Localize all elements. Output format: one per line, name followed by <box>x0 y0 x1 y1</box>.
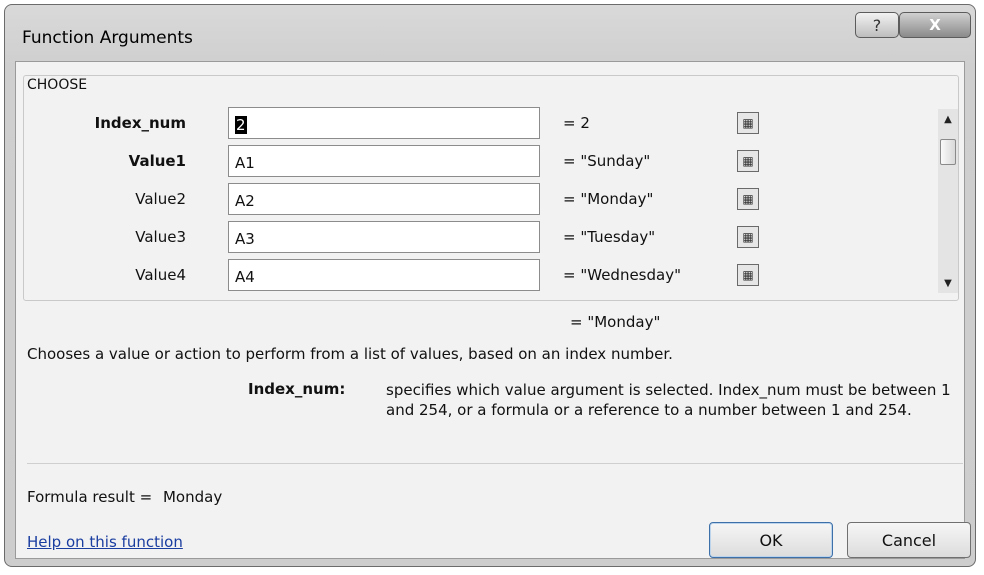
input-value: A3 <box>235 230 255 248</box>
index-num-field[interactable]: 2 ▦ <box>228 107 759 139</box>
function-description: Chooses a value or action to perform fro… <box>27 345 673 363</box>
formula-result: Formula result = Monday <box>27 488 222 506</box>
arrow-down-icon[interactable]: ▼ <box>938 273 958 293</box>
question-icon: ? <box>872 15 882 35</box>
input-value: A2 <box>235 192 255 210</box>
arg-row-value2: Value2 A2 ▦ = "Monday" <box>5 183 925 217</box>
arg-label-value3: Value3 <box>135 228 186 246</box>
arg-result: = "Monday" <box>563 190 654 208</box>
arg-row-value4: Value4 A4 ▦ = "Wednesday" <box>5 259 925 293</box>
input-value: 2 <box>235 116 247 134</box>
divider <box>27 463 963 464</box>
value1-field[interactable]: A1 ▦ <box>228 145 759 177</box>
arg-row-index-num: Index_num 2 ▦ = 2 <box>5 107 925 141</box>
range-selector-icon[interactable]: ▦ <box>737 112 759 134</box>
cancel-button[interactable]: Cancel <box>847 522 971 558</box>
function-result: = "Monday" <box>570 313 661 331</box>
arguments-scrollbar[interactable]: ▲ ▼ <box>938 109 958 293</box>
cancel-label: Cancel <box>881 530 937 550</box>
arg-label-index-num: Index_num <box>94 114 186 132</box>
value3-field[interactable]: A3 ▦ <box>228 221 759 253</box>
scrollbar-thumb[interactable] <box>940 139 956 165</box>
value4-field[interactable]: A4 ▦ <box>228 259 759 291</box>
range-selector-icon[interactable]: ▦ <box>737 188 759 210</box>
arg-result: = "Sunday" <box>563 152 651 170</box>
formula-result-label: Formula result = <box>27 488 153 506</box>
dialog-title: Function Arguments <box>22 28 193 48</box>
arg-label-value4: Value4 <box>135 266 186 284</box>
arrow-up-icon[interactable]: ▲ <box>938 109 958 129</box>
close-button[interactable]: X <box>899 12 971 38</box>
ok-label: OK <box>759 530 783 550</box>
param-name: Index_num: <box>248 380 346 398</box>
ok-button[interactable]: OK <box>709 522 833 558</box>
range-selector-icon[interactable]: ▦ <box>737 150 759 172</box>
param-description: specifies which value argument is select… <box>386 381 951 419</box>
arg-row-value1: Value1 A1 ▦ = "Sunday" <box>5 145 925 179</box>
help-button[interactable]: ? <box>855 12 899 38</box>
input-value: A1 <box>235 154 255 172</box>
range-selector-icon[interactable]: ▦ <box>737 264 759 286</box>
title-bar[interactable]: Function Arguments ? X <box>5 5 975 61</box>
value2-field[interactable]: A2 ▦ <box>228 183 759 215</box>
help-on-function-link[interactable]: Help on this function <box>27 533 183 551</box>
arg-row-value3: Value3 A3 ▦ = "Tuesday" <box>5 221 925 255</box>
function-name: CHOOSE <box>25 77 90 93</box>
arg-result: = "Tuesday" <box>563 228 656 246</box>
range-selector-icon[interactable]: ▦ <box>737 226 759 248</box>
close-icon: X <box>929 16 941 34</box>
input-value: A4 <box>235 268 255 286</box>
formula-result-value: Monday <box>162 488 223 506</box>
arg-label-value2: Value2 <box>135 190 186 208</box>
arg-result: = "Wednesday" <box>563 266 681 284</box>
arg-label-value1: Value1 <box>128 152 186 170</box>
arg-result: = 2 <box>563 114 590 132</box>
function-arguments-dialog: Function Arguments ? X CHOOSE Index_num … <box>4 4 976 567</box>
